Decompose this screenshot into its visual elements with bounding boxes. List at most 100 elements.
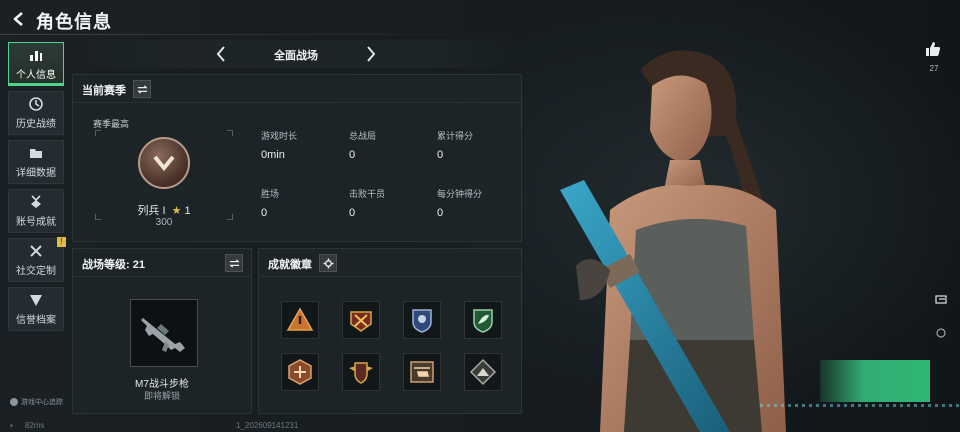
- stat-value: 0: [437, 149, 444, 161]
- sidebar-item-credit-profile[interactable]: 信誉档案: [8, 287, 64, 331]
- season-best-label: 赛季最高: [93, 119, 130, 129]
- rifle-icon: [141, 318, 185, 352]
- thumbs-up-icon: [926, 42, 941, 56]
- header-divider: [0, 34, 520, 35]
- police-shield-icon: [412, 309, 432, 333]
- uid-text: 1_202609141231: [236, 421, 299, 430]
- latency-text: 82ms: [24, 421, 45, 430]
- arrow-left-icon: [13, 12, 23, 26]
- badge-slot[interactable]: [342, 353, 380, 391]
- sidebar-item-detail-data[interactable]: 详细数据: [8, 140, 64, 184]
- character-face: [650, 75, 712, 162]
- badge-settings-button[interactable]: [319, 254, 337, 272]
- badge-slot[interactable]: [403, 353, 441, 391]
- sidebar-item-label: 账号成就: [16, 217, 56, 228]
- sidebar-item-history[interactable]: 历史战绩: [8, 91, 64, 135]
- like-button[interactable]: [922, 38, 944, 60]
- stat-label: 击败干员: [349, 189, 386, 199]
- sidebar: 个人信息 历史战绩 详细数据 账号成就 社交定制 ! 信誉档案: [8, 42, 66, 336]
- warning-triangle-icon: [286, 307, 314, 331]
- game-center-icon: [10, 398, 18, 406]
- chevron-right-icon: [367, 46, 376, 62]
- season-panel: 当前赛季 赛季最高 列兵 I ★ 1 300 游戏时长 0min 总战局 0 累计得…: [72, 74, 522, 242]
- page-title: 角色信息: [36, 12, 112, 32]
- shield-icon: [30, 295, 42, 306]
- achievement-badges-panel: 成就徽章: [258, 248, 522, 414]
- achievement-panel-header: 成就徽章: [259, 249, 521, 277]
- sidebar-item-social-custom[interactable]: 社交定制 !: [8, 237, 66, 282]
- stat-label: 游戏时长: [261, 131, 298, 141]
- stat-play-time: 游戏时长 0min: [261, 129, 297, 161]
- season-panel-title: 当前赛季: [82, 85, 126, 97]
- badge-slot[interactable]: [342, 301, 380, 339]
- back-button[interactable]: [8, 8, 30, 30]
- wifi-icon: ▪: [10, 421, 13, 430]
- status-bar: ▪ 82ms: [10, 421, 44, 430]
- weapon-unlock-status: 即将解锁: [143, 391, 180, 401]
- stat-kills: 击败干员 0: [349, 187, 385, 219]
- mode-label: 全面战场: [274, 50, 318, 62]
- stat-value: 0: [437, 207, 444, 219]
- zoom-icon: [936, 328, 946, 338]
- badge-slot[interactable]: [403, 301, 441, 339]
- stat-label: 胜场: [261, 189, 280, 199]
- share-button[interactable]: [932, 292, 950, 306]
- mode-selector: 全面战场: [70, 40, 522, 68]
- tools-icon: [30, 245, 42, 257]
- stat-wins: 胜场 0: [261, 187, 279, 219]
- star-icon: ★: [171, 205, 182, 217]
- swap-icon: [136, 84, 148, 94]
- mode-next-button[interactable]: [360, 42, 382, 66]
- notification-badge: !: [57, 237, 66, 247]
- folder-icon: [30, 149, 42, 158]
- swap-icon: [228, 258, 240, 268]
- rank-stars: 1: [184, 205, 191, 217]
- sidebar-item-achievements[interactable]: 账号成就: [8, 189, 64, 233]
- badge-slot[interactable]: [281, 301, 319, 339]
- zoom-button[interactable]: [932, 326, 950, 340]
- stat-value: 0: [261, 207, 268, 219]
- gear-icon: [322, 257, 334, 269]
- rank-info: 列兵 I ★ 1: [95, 202, 233, 218]
- stat-total-matches: 总战局 0: [349, 129, 376, 161]
- helicopter-icon: [410, 361, 434, 383]
- stat-label: 每分钟得分: [437, 189, 483, 199]
- share-icon: [935, 295, 947, 304]
- level-panel-title: 战场等级: 21: [82, 259, 145, 271]
- season-switch-button[interactable]: [133, 80, 151, 98]
- clock-icon: [29, 97, 43, 111]
- stat-value: 0: [349, 207, 356, 219]
- stat-value: 0: [349, 149, 356, 161]
- battlefield-level-panel: 战场等级: 21 M7战斗步枪 即将解锁: [72, 248, 252, 414]
- bar-chart-icon: [30, 51, 42, 61]
- frame-corner: [95, 130, 101, 136]
- season-panel-header: 当前赛季: [73, 75, 521, 103]
- stat-total-score: 累计得分 0: [437, 129, 473, 161]
- badge-slot[interactable]: [281, 353, 319, 391]
- weapon-name: M7战斗步枪: [135, 379, 189, 390]
- sidebar-item-label: 历史战绩: [16, 119, 56, 130]
- character-model[interactable]: [540, 40, 840, 432]
- sidebar-item-personal-info[interactable]: 个人信息: [8, 42, 64, 86]
- leaf-shield-icon: [473, 309, 493, 333]
- rank-display: 列兵 I ★ 1: [95, 130, 233, 220]
- decorative-scanline: [760, 404, 960, 407]
- stat-value: 0min: [261, 149, 285, 161]
- stat-score-per-minute: 每分钟得分 0: [437, 187, 482, 219]
- stat-label: 总战局: [349, 131, 377, 141]
- confirm-action-button[interactable]: [820, 360, 930, 402]
- game-center-tracker[interactable]: 游戏中心追踪: [10, 397, 63, 407]
- badge-slot[interactable]: [464, 301, 502, 339]
- sidebar-item-label: 社交定制: [16, 266, 56, 277]
- winged-shield-icon: [349, 362, 373, 384]
- weapon-reward-slot[interactable]: [130, 299, 198, 367]
- game-center-text: 游戏中心追踪: [21, 399, 63, 406]
- level-switch-button[interactable]: [225, 254, 243, 272]
- rank-score: 300: [155, 217, 173, 228]
- hexagon-emblem-icon: [288, 359, 312, 385]
- achievement-panel-title: 成就徽章: [268, 259, 312, 271]
- badge-slot[interactable]: [464, 353, 502, 391]
- like-count: 27: [929, 64, 939, 73]
- sidebar-item-label: 个人信息: [16, 70, 56, 81]
- level-panel-header: 战场等级: 21: [73, 249, 251, 277]
